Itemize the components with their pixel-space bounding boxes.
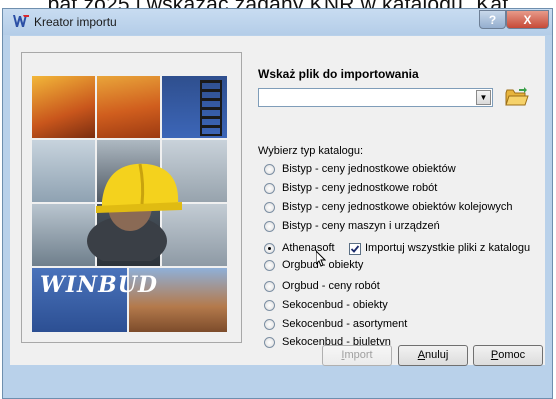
import-button[interactable]: Import <box>322 345 392 366</box>
option-label: Orgbud - ceny robót <box>282 280 380 292</box>
radio-button[interactable] <box>264 164 275 175</box>
chevron-down-icon[interactable]: ▼ <box>476 90 491 105</box>
title-bar[interactable]: Kreator importu ? X <box>3 9 552 35</box>
image-tile <box>97 76 160 138</box>
checkmark-icon <box>350 245 360 253</box>
radio-button[interactable] <box>264 281 275 292</box>
winbud-logo-text: WINBUD <box>40 272 158 298</box>
mouse-cursor-icon <box>316 251 326 267</box>
radio-button[interactable] <box>264 221 275 232</box>
open-folder-icon[interactable] <box>505 87 529 107</box>
option-label: Bistyp - ceny jednostkowe obiektów <box>282 163 456 175</box>
image-tile <box>32 76 95 138</box>
option-label: Athenasoft <box>282 242 335 254</box>
dialog-client-area: WINBUD Wskaż plik do importowania ▼ Wybi… <box>10 36 545 365</box>
help-button[interactable]: Pomoc <box>473 345 543 366</box>
help-title-button[interactable]: ? <box>479 10 506 29</box>
file-select-label: Wskaż plik do importowania <box>258 67 419 81</box>
cancel-label: nuluj <box>425 349 449 361</box>
option-label: Bistyp - ceny maszyn i urządzeń <box>282 220 440 232</box>
help-label: omoc <box>498 349 526 361</box>
radio-button[interactable] <box>264 337 275 348</box>
cancel-button[interactable]: Anuluj <box>398 345 468 366</box>
radio-button[interactable] <box>264 202 275 213</box>
radio-button[interactable] <box>264 260 275 271</box>
radio-button[interactable] <box>264 319 275 330</box>
import-all-checkbox[interactable] <box>349 243 361 255</box>
import-wizard-dialog: Kreator importu ? X WINBUD Wskaż plik do… <box>2 8 553 399</box>
import-label: mport <box>344 349 373 361</box>
window-title: Kreator importu <box>34 15 117 29</box>
option-label: Sekocenbud - obiekty <box>282 299 388 311</box>
worker-helmet-graphic <box>87 163 182 261</box>
option-label: Sekocenbud - asortyment <box>282 318 408 330</box>
branding-panel: WINBUD <box>21 52 242 343</box>
file-path-combobox[interactable]: ▼ <box>258 88 493 107</box>
radio-button-selected[interactable] <box>264 243 275 254</box>
radio-button[interactable] <box>264 300 275 311</box>
option-label: Bistyp - ceny jednostkowe obiektów kolej… <box>282 201 513 213</box>
catalog-type-label: Wybierz typ katalogu: <box>258 145 364 157</box>
option-label: Bistyp - ceny jednostkowe robót <box>282 182 438 194</box>
radio-button[interactable] <box>264 183 275 194</box>
winbud-image-mosaic: WINBUD <box>32 76 227 332</box>
import-all-label: Importuj wszystkie pliki z katalogu <box>365 242 531 254</box>
scaffold-graphic <box>200 80 222 136</box>
cancel-accel: A <box>417 349 426 361</box>
app-icon <box>13 15 29 27</box>
close-button[interactable]: X <box>506 10 549 29</box>
